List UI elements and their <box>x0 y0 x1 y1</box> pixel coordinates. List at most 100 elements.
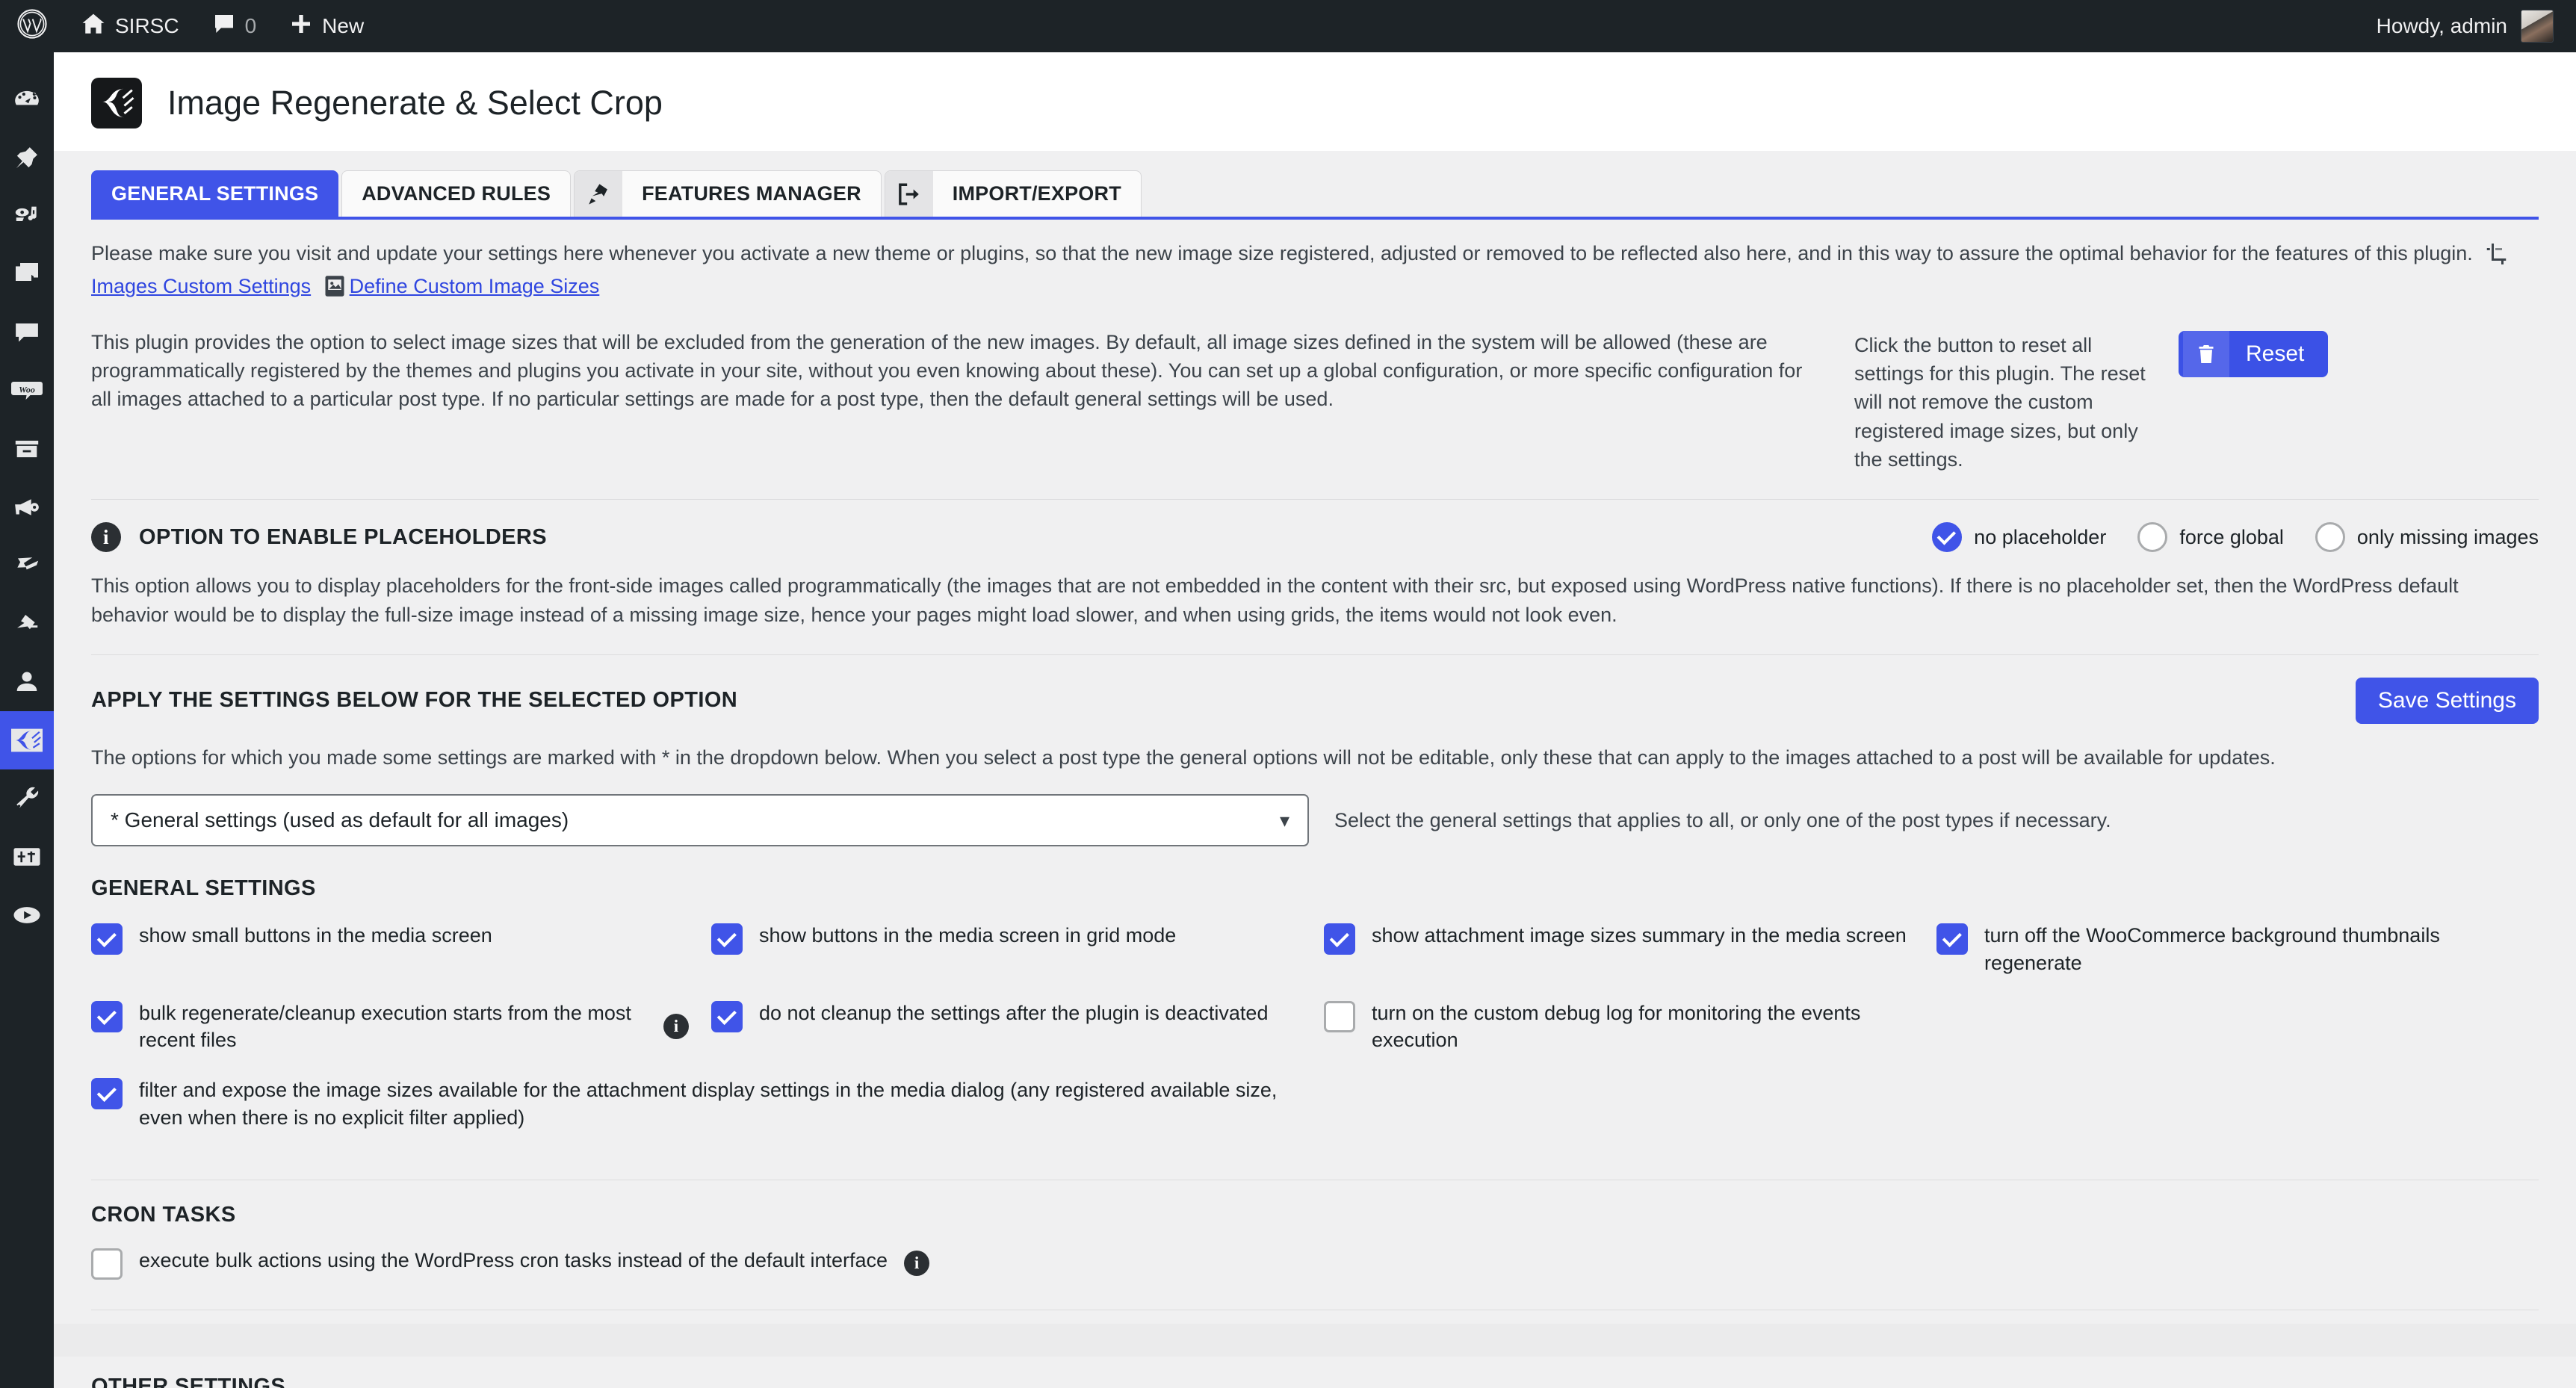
media-icon <box>11 200 43 232</box>
trash-icon <box>2183 330 2229 377</box>
checkbox-box[interactable] <box>711 1000 743 1032</box>
sidebar-item-dashboard[interactable] <box>0 70 54 128</box>
avatar[interactable] <box>2521 10 2554 43</box>
sidebar-item-plugins[interactable] <box>0 595 54 653</box>
checkbox-show-buttons-grid-mode[interactable]: show buttons in the media screen in grid… <box>711 922 1301 955</box>
dashboard-icon <box>11 84 43 115</box>
placeholders-description: This option allows you to display placeh… <box>91 574 2459 626</box>
placeholders-title: OPTION TO ENABLE PLACEHOLDERS <box>139 524 547 549</box>
comment-icon <box>11 317 43 348</box>
checkbox-cell: bulk regenerate/cleanup execution starts… <box>91 1000 711 1076</box>
radio-option-only-missing-images[interactable]: only missing images <box>2315 522 2539 553</box>
checkbox-cell: turn off the WooCommerce background thum… <box>1936 922 2519 999</box>
sidebar-item-collapse-menu[interactable] <box>0 886 54 944</box>
woo-icon: Woo <box>11 375 43 406</box>
page-header: Image Regenerate & Select Crop <box>54 52 2576 151</box>
settings-content: GENERAL SETTINGS ADVANCED RULES FEATURES… <box>54 170 2576 1388</box>
admin-bar-right: Howdy, admin <box>2377 0 2576 52</box>
reset-button[interactable]: Reset <box>2179 330 2329 377</box>
tab-import-export[interactable]: IMPORT/EXPORT <box>884 170 1142 217</box>
reset-block: Click the button to reset all settings f… <box>1854 328 2329 474</box>
checkbox-do-not-cleanup-settings[interactable]: do not cleanup the settings after the pl… <box>711 1000 1301 1032</box>
tab-general-settings-label: GENERAL SETTINGS <box>111 182 319 205</box>
checkbox-filter-expose-image-sizes[interactable]: filter and expose the image sizes availa… <box>91 1076 1301 1131</box>
user-icon <box>11 666 43 698</box>
tab-general-settings[interactable]: GENERAL SETTINGS <box>91 170 339 217</box>
checkbox-show-small-buttons[interactable]: show small buttons in the media screen <box>91 922 689 955</box>
reset-description: Click the button to reset all settings f… <box>1854 333 2146 471</box>
checkbox-box[interactable] <box>1324 923 1355 955</box>
image-sizes-icon <box>324 275 345 305</box>
checkbox-execute-bulk-with-cron[interactable]: execute bulk actions using the WordPress… <box>91 1247 888 1280</box>
radio-no-placeholder[interactable] <box>1932 522 1963 553</box>
info-icon[interactable]: i <box>904 1250 930 1276</box>
sidebar-item-users[interactable] <box>0 653 54 711</box>
placeholders-section-header: i OPTION TO ENABLE PLACEHOLDERS no place… <box>91 522 2539 553</box>
radio-option-force-global[interactable]: force global <box>2137 522 2284 553</box>
cron-tasks-title: CRON TASKS <box>91 1202 236 1227</box>
new-label: New <box>322 14 365 37</box>
checkbox-cell: turn on the custom debug log for monitor… <box>1324 1000 1936 1076</box>
sidebar-item-products[interactable] <box>0 420 54 478</box>
checkbox-cell: show buttons in the media screen in grid… <box>711 922 1324 999</box>
wp-logo-menu[interactable] <box>0 0 64 52</box>
checkbox-cell: do not cleanup the settings after the pl… <box>711 1000 1324 1076</box>
sidebar-item-analytics[interactable] <box>0 478 54 536</box>
checkbox-box[interactable] <box>711 923 743 955</box>
checkbox-cell-empty <box>1936 1000 2519 1076</box>
define-custom-image-sizes-link[interactable]: Define Custom Image Sizes <box>350 275 600 297</box>
sidebar-item-appearance[interactable] <box>0 536 54 595</box>
sidebar-item-tools[interactable] <box>0 769 54 828</box>
checkbox-label: bulk regenerate/cleanup execution starts… <box>139 1001 631 1052</box>
placeholder-radio-group: no placeholder force global only missing… <box>1913 522 2539 553</box>
play-circle-icon <box>11 899 43 931</box>
sidebar-item-comments[interactable] <box>0 303 54 362</box>
sirsc-plugin-logo <box>91 78 142 128</box>
radio-force-global[interactable] <box>2137 522 2168 553</box>
sidebar-item-settings[interactable] <box>0 828 54 886</box>
sidebar-item-media[interactable] <box>0 187 54 245</box>
checkbox-box[interactable] <box>91 1000 123 1032</box>
comments-menu[interactable]: 0 <box>196 0 273 52</box>
pin-icon <box>11 142 43 173</box>
sidebar-item-pages[interactable] <box>0 245 54 303</box>
chevron-down-icon: ▾ <box>1279 808 1289 831</box>
placeholders-title-group: i OPTION TO ENABLE PLACEHOLDERS <box>91 522 547 553</box>
checkbox-turn-off-woocommerce-thumbnails[interactable]: turn off the WooCommerce background thum… <box>1936 922 2497 976</box>
checkbox-box[interactable] <box>1324 1000 1355 1032</box>
info-icon[interactable]: i <box>663 1014 689 1040</box>
checkbox-cell: show small buttons in the media screen <box>91 922 711 999</box>
apply-settings-title: APPLY THE SETTINGS BELOW FOR THE SELECTE… <box>91 688 738 713</box>
paintbrush-icon <box>11 550 43 581</box>
radio-only-missing-images-label: only missing images <box>2356 525 2539 548</box>
plug-icon <box>11 608 43 639</box>
tab-advanced-rules[interactable]: ADVANCED RULES <box>341 170 572 217</box>
checkbox-box[interactable] <box>91 1078 123 1110</box>
images-custom-settings-link[interactable]: Images Custom Settings <box>91 275 311 297</box>
checkbox-bulk-starts-recent[interactable]: bulk regenerate/cleanup execution starts… <box>91 1000 647 1054</box>
sidebar-item-woocommerce[interactable]: Woo <box>0 362 54 420</box>
radio-force-global-label: force global <box>2179 525 2284 548</box>
pages-icon <box>11 258 43 290</box>
checkbox-box[interactable] <box>91 1248 123 1280</box>
info-icon[interactable]: i <box>91 522 121 553</box>
checkbox-turn-on-debug-log[interactable]: turn on the custom debug log for monitor… <box>1324 1000 1914 1054</box>
checkbox-label: show small buttons in the media screen <box>139 924 492 947</box>
sidebar-item-posts[interactable] <box>0 128 54 187</box>
radio-only-missing-images[interactable] <box>2315 522 2345 553</box>
post-type-select[interactable]: * General settings (used as default for … <box>91 794 1309 847</box>
radio-option-no-placeholder[interactable]: no placeholder <box>1932 522 2106 553</box>
divider-1 <box>91 499 2539 501</box>
site-name-menu[interactable]: SIRSC <box>64 0 196 52</box>
plus-icon <box>289 12 313 41</box>
howdy-label[interactable]: Howdy, admin <box>2377 14 2507 38</box>
new-content-menu[interactable]: New <box>273 0 380 52</box>
save-settings-button[interactable]: Save Settings <box>2355 677 2539 724</box>
tab-features-manager[interactable]: FEATURES MANAGER <box>574 170 882 217</box>
sidebar-item-image-regenerate-select-crop[interactable] <box>0 711 54 769</box>
checkbox-box[interactable] <box>1936 923 1968 955</box>
home-icon <box>81 11 106 42</box>
checkbox-with-info: bulk regenerate/cleanup execution starts… <box>91 1000 689 1054</box>
checkbox-show-attachment-sizes-summary[interactable]: show attachment image sizes summary in t… <box>1324 922 1914 955</box>
checkbox-box[interactable] <box>91 923 123 955</box>
